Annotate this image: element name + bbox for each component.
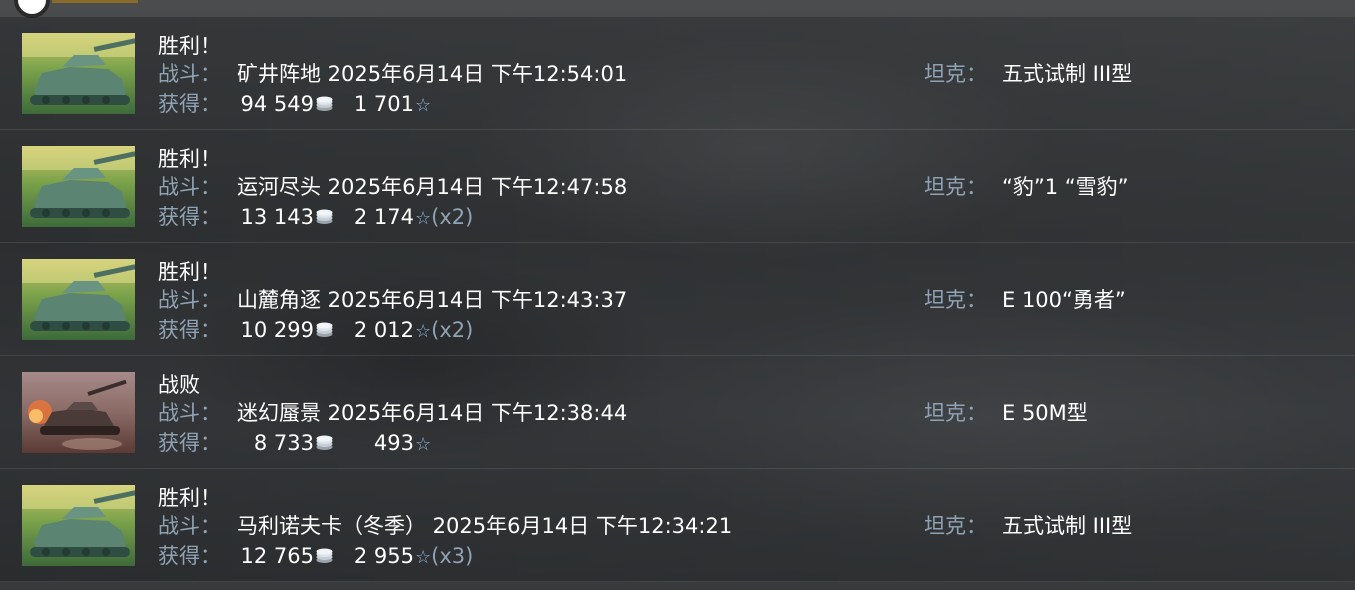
earnings-line: 获得： 94 549 1 701☆ (158, 89, 431, 119)
coins-icon (316, 96, 333, 111)
earnings-label: 获得： (158, 92, 221, 116)
star-icon: ☆ (415, 208, 432, 229)
battle-line: 战斗： 运河尽头 2025年6月14日 下午12:47:58 (158, 172, 627, 202)
battle-result: 胜利！ (158, 34, 221, 58)
battle-result: 胜利！ (158, 486, 221, 510)
tank-label: 坦克： (924, 514, 987, 538)
battle-row[interactable]: 胜利！ 战斗： 运河尽头 2025年6月14日 下午12:47:58 获得： 13… (0, 130, 1355, 243)
battle-result: 胜利！ (158, 147, 221, 171)
battle-thumbnail (22, 485, 135, 566)
earnings-values: 94 549 1 701☆ (237, 89, 432, 121)
tank-line: 坦克： 五式试制 III型 (924, 59, 1132, 89)
tank-line: 坦克： E 50M型 (924, 398, 1088, 428)
xp-value: 493 (373, 431, 414, 455)
battle-thumbnail (22, 146, 135, 227)
tank-line: 坦克： 五式试制 III型 (924, 511, 1132, 541)
battle-row[interactable]: 胜利！ 战斗： 山麓角逐 2025年6月14日 下午12:43:37 获得： 10… (0, 243, 1355, 356)
credits-value: 10 299 (240, 318, 314, 342)
star-icon: ☆ (415, 321, 432, 342)
tank-name: “豹”1 “雪豹” (1002, 175, 1129, 199)
battle-info: 山麓角逐 2025年6月14日 下午12:43:37 (237, 288, 628, 312)
coins-icon (316, 209, 333, 224)
tank-label: 坦克： (924, 288, 987, 312)
xp-multiplier: (x3) (431, 544, 474, 568)
coins-icon (316, 548, 333, 563)
battle-label: 战斗： (158, 401, 221, 425)
earnings-values: 13 143 2 174☆(x2) (237, 202, 474, 234)
tank-line: 坦克： E 100“勇者” (924, 285, 1126, 315)
battle-result: 胜利！ (158, 260, 221, 284)
battle-line: 战斗： 矿井阵地 2025年6月14日 下午12:54:01 (158, 59, 627, 89)
battle-info: 迷幻蜃景 2025年6月14日 下午12:38:44 (237, 401, 628, 425)
battle-label: 战斗： (158, 288, 221, 312)
earnings-label: 获得： (158, 431, 221, 455)
battle-thumbnail (22, 372, 135, 453)
earnings-line: 获得： 13 143 2 174☆(x2) (158, 202, 473, 232)
battle-info: 马利诺夫卡（冬季） 2025年6月14日 下午12:34:21 (237, 514, 733, 538)
battle-row[interactable]: 战败 战斗： 迷幻蜃景 2025年6月14日 下午12:38:44 获得： 8 7… (0, 356, 1355, 469)
star-icon: ☆ (415, 95, 432, 116)
tank-label: 坦克： (924, 175, 987, 199)
battle-result: 战败 (158, 373, 200, 397)
tank-name: 五式试制 III型 (1002, 62, 1133, 86)
star-icon: ☆ (415, 547, 432, 568)
credits-value: 13 143 (240, 205, 314, 229)
battle-thumbnail (22, 259, 135, 340)
battle-label: 战斗： (158, 514, 221, 538)
coins-icon (316, 435, 333, 450)
earnings-label: 获得： (158, 318, 221, 342)
earnings-label: 获得： (158, 544, 221, 568)
battle-thumbnail (22, 33, 135, 114)
battle-label: 战斗： (158, 175, 221, 199)
tank-line: 坦克： “豹”1 “雪豹” (924, 172, 1129, 202)
earnings-values: 8 733 493☆ (237, 428, 431, 460)
battle-info: 矿井阵地 2025年6月14日 下午12:54:01 (237, 62, 628, 86)
credits-value: 8 733 (253, 431, 314, 455)
earnings-line: 获得： 12 765 2 955☆(x3) (158, 541, 473, 571)
earnings-line: 获得： 10 299 2 012☆(x2) (158, 315, 473, 345)
top-bar (0, 0, 1355, 18)
battle-row[interactable]: 胜利！ 战斗： 马利诺夫卡（冬季） 2025年6月14日 下午12:34:21 获… (0, 469, 1355, 582)
battle-info: 运河尽头 2025年6月14日 下午12:47:58 (237, 175, 628, 199)
xp-multiplier: (x2) (431, 205, 474, 229)
tank-name: E 50M型 (1002, 401, 1088, 425)
earnings-values: 12 765 2 955☆(x3) (237, 541, 474, 573)
profile-avatar[interactable] (14, 0, 50, 18)
xp-value: 1 701 (353, 92, 414, 116)
tank-label: 坦克： (924, 401, 987, 425)
xp-value: 2 012 (353, 318, 414, 342)
top-strip (52, 0, 138, 3)
battle-line: 战斗： 马利诺夫卡（冬季） 2025年6月14日 下午12:34:21 (158, 511, 732, 541)
xp-value: 2 955 (353, 544, 414, 568)
credits-value: 94 549 (240, 92, 314, 116)
credits-value: 12 765 (240, 544, 314, 568)
tank-name: 五式试制 III型 (1002, 514, 1133, 538)
battle-row[interactable]: 胜利！ 战斗： 矿井阵地 2025年6月14日 下午12:54:01 获得： 94… (0, 17, 1355, 130)
coins-icon (316, 322, 333, 337)
earnings-label: 获得： (158, 205, 221, 229)
battle-line: 战斗： 山麓角逐 2025年6月14日 下午12:43:37 (158, 285, 627, 315)
battle-label: 战斗： (158, 62, 221, 86)
xp-multiplier: (x2) (431, 318, 474, 342)
tank-label: 坦克： (924, 62, 987, 86)
battle-line: 战斗： 迷幻蜃景 2025年6月14日 下午12:38:44 (158, 398, 627, 428)
earnings-values: 10 299 2 012☆(x2) (237, 315, 474, 347)
xp-value: 2 174 (353, 205, 414, 229)
star-icon: ☆ (415, 434, 432, 455)
earnings-line: 获得： 8 733 493☆ (158, 428, 431, 458)
tank-name: E 100“勇者” (1002, 288, 1126, 312)
battle-history-list: 胜利！ 战斗： 矿井阵地 2025年6月14日 下午12:54:01 获得： 94… (0, 17, 1355, 582)
